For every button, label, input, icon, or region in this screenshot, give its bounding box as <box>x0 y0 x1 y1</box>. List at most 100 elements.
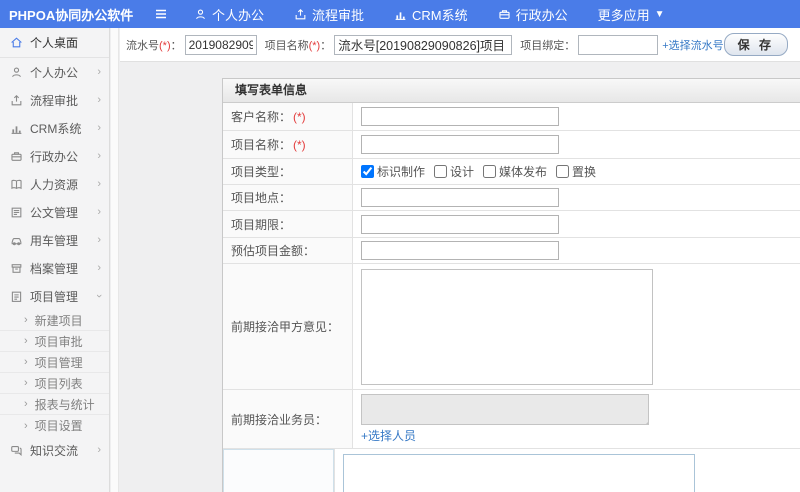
pick-serial-link[interactable]: +选择流水号 <box>662 37 723 53</box>
form-row-project-type: 项目类型： 标识制作 设计 媒体发布 置换 <box>223 159 800 185</box>
nav-label: 个人办公 <box>212 7 265 23</box>
checkbox-sign-making[interactable] <box>361 165 374 178</box>
user-icon <box>194 8 207 21</box>
home-icon <box>10 36 23 49</box>
subitem-label: 新建项目 <box>34 313 83 328</box>
sidebar-item-label: 公文管理 <box>30 205 79 220</box>
sidebar-item-human-resources[interactable]: 人力资源 › <box>0 170 109 198</box>
hamburger-menu-icon[interactable] <box>154 8 168 20</box>
partial-row-textarea[interactable] <box>343 454 695 492</box>
sidebar-item-label: 流程审批 <box>30 93 79 108</box>
chevron-right-icon: › <box>24 335 28 347</box>
nav-crm-system[interactable]: CRM系统 <box>394 5 468 24</box>
chevron-right-icon: › <box>97 206 101 218</box>
sidebar-item-personal-office[interactable]: 个人办公 › <box>0 58 109 86</box>
bar-chart-icon <box>10 122 23 135</box>
checkbox-label: 媒体发布 <box>499 165 548 179</box>
sidebar-subitem-project-list[interactable]: › 项目列表 <box>0 373 109 394</box>
sidebar-item-workflow-approval[interactable]: 流程审批 › <box>0 86 109 114</box>
bar-chart-icon <box>394 8 407 21</box>
sidebar-item-document-management[interactable]: 公文管理 › <box>0 198 109 226</box>
archive-icon <box>10 262 23 275</box>
project-name-input[interactable] <box>334 34 513 55</box>
form-row-customer-name: 客户名称： (*) <box>223 103 800 131</box>
nav-more-apps[interactable]: 更多应用 ▼ <box>598 5 665 24</box>
form-row-party-opinion: 前期接洽甲方意见： <box>223 264 800 390</box>
chevron-right-icon: › <box>97 262 101 274</box>
subitem-label: 项目管理 <box>34 355 83 370</box>
form-panel: 填写表单信息 客户名称： (*) 项目名称： (*) 项目类型： 标识制作 设计 媒… <box>222 78 800 492</box>
chevron-right-icon: › <box>97 122 101 134</box>
salesman-label: 前期接洽业务员： <box>223 390 353 448</box>
chevron-right-icon: › <box>97 178 101 190</box>
sidebar-subitem-project-approval[interactable]: › 项目审批 <box>0 331 109 352</box>
sidebar-item-label: CRM系统 <box>30 121 82 136</box>
sidebar-item-label: 人力资源 <box>30 177 79 192</box>
checkbox-design[interactable] <box>434 165 448 178</box>
checkbox-media-release[interactable] <box>483 165 497 178</box>
sidebar-subitem-reports-statistics[interactable]: › 报表与统计 <box>0 394 109 415</box>
form-toolbar: 流水号(*)： 项目名称(*)： 项目绑定： +选择流水号 保 存 <box>120 28 800 62</box>
project-location-input[interactable] <box>361 188 559 207</box>
document-icon <box>10 206 23 219</box>
pick-personnel-link[interactable]: +选择人员 <box>361 427 416 444</box>
nav-admin-office[interactable]: 行政办公 <box>498 5 568 24</box>
salesman-textarea[interactable] <box>361 394 649 425</box>
sidebar-subitem-project-settings[interactable]: › 项目设置 <box>0 415 109 436</box>
project-type-label: 项目类型： <box>223 159 353 184</box>
form-row-partial <box>223 449 800 492</box>
party-opinion-label: 前期接洽甲方意见： <box>223 264 353 389</box>
sidebar-subitem-project-management[interactable]: › 项目管理 <box>0 352 109 373</box>
upload-icon <box>10 94 23 107</box>
user-icon <box>10 66 23 79</box>
nav-label: CRM系统 <box>412 7 468 23</box>
chevron-right-icon: › <box>97 94 101 106</box>
clipboard-icon <box>10 290 23 303</box>
sidebar-subitem-new-project[interactable]: › 新建项目 <box>0 310 109 331</box>
project-duration-label: 项目期限： <box>223 211 353 237</box>
form-row-project-location: 项目地点： <box>223 185 800 211</box>
sidebar-scrollbar[interactable] <box>111 28 119 492</box>
sidebar-item-crm-system[interactable]: CRM系统 › <box>0 114 109 142</box>
serial-number-input[interactable] <box>184 34 257 55</box>
app-logo: PHPOA协同办公软件 <box>9 7 134 23</box>
project-bind-input[interactable] <box>578 34 659 55</box>
serial-number-label: 流水号(*)： <box>126 39 182 52</box>
subitem-label: 项目设置 <box>34 419 83 433</box>
upload-icon <box>294 8 307 21</box>
sidebar-item-label: 个人桌面 <box>30 36 79 50</box>
chevron-right-icon: › <box>24 314 28 326</box>
form-row-salesman: 前期接洽业务员： +选择人员 <box>223 390 800 449</box>
sidebar-item-vehicle-management[interactable]: 用车管理 › <box>0 226 109 254</box>
nav-label: 行政办公 <box>515 7 568 23</box>
sidebar-item-label: 项目管理 <box>30 289 79 304</box>
checkbox-label: 置换 <box>572 165 597 179</box>
caret-down-icon: ▼ <box>654 8 665 20</box>
customer-name-input[interactable] <box>361 107 559 126</box>
form-row-estimated-amount: 预估项目金额： <box>223 238 800 264</box>
estimated-amount-input[interactable] <box>361 241 559 260</box>
checkbox-replacement[interactable] <box>556 165 570 178</box>
project-submenu: › 新建项目 › 项目审批 › 项目管理 › 项目列表 › 报表与统计 › 项目… <box>0 310 109 436</box>
chevron-right-icon: › <box>97 150 101 162</box>
form-row-project-duration: 项目期限： <box>223 211 800 238</box>
checkbox-label: 设计 <box>450 165 475 179</box>
subitem-label: 项目列表 <box>34 376 83 391</box>
project-duration-input[interactable] <box>361 214 559 234</box>
nav-label: 流程审批 <box>312 7 365 23</box>
save-button[interactable]: 保 存 <box>723 33 788 56</box>
nav-workflow-approval[interactable]: 流程审批 <box>294 5 364 24</box>
chevron-right-icon: › <box>97 444 101 456</box>
sidebar-item-label: 用车管理 <box>30 233 79 248</box>
party-opinion-textarea[interactable] <box>361 269 653 385</box>
sidebar-item-project-management[interactable]: 项目管理 › <box>0 282 109 310</box>
sidebar-item-archive-management[interactable]: 档案管理 › <box>0 254 109 282</box>
chevron-down-icon: › <box>93 294 106 298</box>
nav-personal-office[interactable]: 个人办公 <box>194 5 264 24</box>
sidebar-item-admin-office[interactable]: 行政办公 › <box>0 142 109 170</box>
project-name-field-input[interactable] <box>361 135 559 154</box>
sidebar-item-knowledge-exchange[interactable]: 知识交流 › <box>0 436 109 464</box>
partial-row-label-cell <box>223 449 335 492</box>
nav-label: 更多应用 <box>597 7 650 23</box>
sidebar-item-personal-desktop[interactable]: 个人桌面 <box>0 28 109 58</box>
